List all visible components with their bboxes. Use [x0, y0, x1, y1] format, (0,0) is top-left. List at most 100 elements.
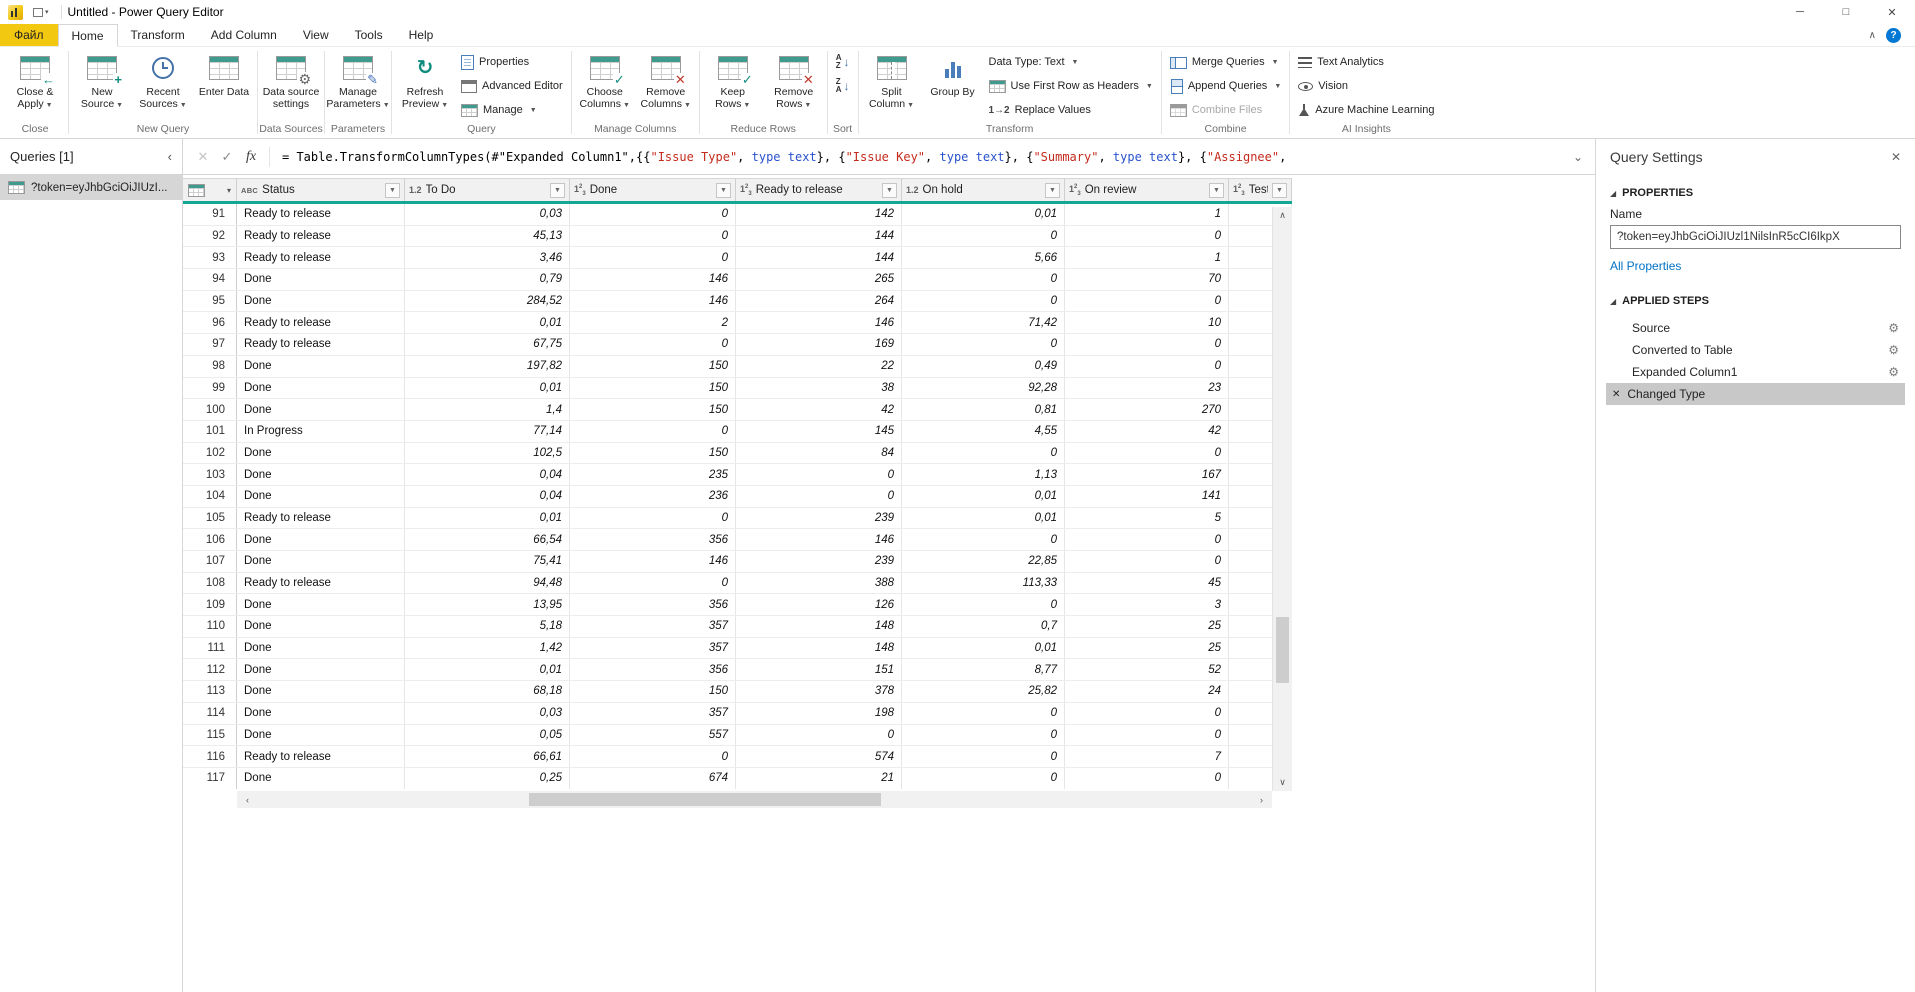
- table-cell[interactable]: 356: [570, 659, 736, 680]
- scroll-right-icon[interactable]: ›: [1253, 791, 1270, 808]
- row-number[interactable]: 105: [183, 508, 237, 529]
- table-cell[interactable]: 0: [1065, 226, 1229, 247]
- table-cell[interactable]: Done: [237, 659, 405, 680]
- table-cell[interactable]: 150: [570, 378, 736, 399]
- table-cell[interactable]: 378: [736, 681, 902, 702]
- table-cell[interactable]: Done: [237, 269, 405, 290]
- table-cell[interactable]: 0,01: [902, 486, 1065, 507]
- expand-formula-icon[interactable]: ⌄: [1561, 150, 1595, 164]
- row-number[interactable]: 99: [183, 378, 237, 399]
- table-cell[interactable]: Done: [237, 399, 405, 420]
- row-number[interactable]: 94: [183, 269, 237, 290]
- horizontal-scroll-thumb[interactable]: [529, 793, 881, 806]
- all-properties-link[interactable]: All Properties: [1596, 249, 1915, 273]
- advanced-editor-button[interactable]: Advanced Editor: [456, 75, 568, 97]
- table-cell[interactable]: 25: [1065, 638, 1229, 659]
- table-cell[interactable]: 70: [1065, 269, 1229, 290]
- scroll-up-icon[interactable]: ∧: [1273, 207, 1292, 224]
- table-cell[interactable]: Ready to release: [237, 746, 405, 767]
- row-number[interactable]: 111: [183, 638, 237, 659]
- table-cell[interactable]: 67,75: [405, 334, 570, 355]
- table-cell[interactable]: 151: [736, 659, 902, 680]
- table-cell[interactable]: Ready to release: [237, 334, 405, 355]
- help-icon[interactable]: ?: [1886, 28, 1901, 43]
- formula-input[interactable]: = Table.TransformColumnTypes(#"Expanded …: [276, 150, 1561, 164]
- table-cell[interactable]: 0: [736, 725, 902, 746]
- commit-formula-icon[interactable]: ✓: [215, 149, 239, 165]
- sort-descending-button[interactable]: ZA↓: [831, 75, 855, 97]
- table-cell[interactable]: 235: [570, 464, 736, 485]
- table-cell[interactable]: Done: [237, 768, 405, 789]
- use-first-row-as-headers-button[interactable]: Use First Row as Headers▼: [984, 75, 1158, 97]
- close-settings-icon[interactable]: ✕: [1891, 150, 1901, 164]
- tab-view[interactable]: View: [290, 24, 342, 46]
- query-list-item[interactable]: ?token=eyJhbGciOiJIUzI...: [0, 175, 182, 200]
- table-cell[interactable]: 141: [1065, 486, 1229, 507]
- table-cell[interactable]: 0: [902, 529, 1065, 550]
- table-cell[interactable]: 144: [736, 226, 902, 247]
- table-cell[interactable]: 0: [1065, 725, 1229, 746]
- replace-values-button[interactable]: 1→2 Replace Values: [984, 99, 1158, 121]
- table-cell[interactable]: 146: [570, 551, 736, 572]
- column-header-on-review[interactable]: 123On review▼: [1065, 179, 1229, 201]
- table-cell[interactable]: 75,41: [405, 551, 570, 572]
- table-cell[interactable]: Done: [237, 681, 405, 702]
- table-cell[interactable]: 113,33: [902, 573, 1065, 594]
- column-header-testing[interactable]: 123Testing▼: [1229, 179, 1292, 201]
- table-cell[interactable]: 102,5: [405, 443, 570, 464]
- table-cell[interactable]: 0,25: [405, 768, 570, 789]
- row-number[interactable]: 112: [183, 659, 237, 680]
- row-number[interactable]: 110: [183, 616, 237, 637]
- table-cell[interactable]: Done: [237, 616, 405, 637]
- table-cell[interactable]: 7: [1065, 746, 1229, 767]
- row-number[interactable]: 106: [183, 529, 237, 550]
- table-cell[interactable]: 0: [1065, 291, 1229, 312]
- table-cell[interactable]: 0: [570, 573, 736, 594]
- applied-step-changed-type[interactable]: ✕Changed Type: [1606, 383, 1905, 405]
- row-number[interactable]: 109: [183, 594, 237, 615]
- table-cell[interactable]: 0: [1065, 443, 1229, 464]
- table-cell[interactable]: Done: [237, 703, 405, 724]
- row-number[interactable]: 117: [183, 768, 237, 789]
- table-cell[interactable]: 4,55: [902, 421, 1065, 442]
- table-cell[interactable]: 0: [902, 725, 1065, 746]
- table-cell[interactable]: 0: [902, 269, 1065, 290]
- table-cell[interactable]: 0: [1065, 529, 1229, 550]
- row-number[interactable]: 115: [183, 725, 237, 746]
- table-cell[interactable]: 146: [570, 269, 736, 290]
- table-cell[interactable]: 3,46: [405, 247, 570, 268]
- table-cell[interactable]: 42: [1065, 421, 1229, 442]
- column-header-ready-to-release[interactable]: 123Ready to release▼: [736, 179, 902, 201]
- table-cell[interactable]: 1,13: [902, 464, 1065, 485]
- table-cell[interactable]: 5: [1065, 508, 1229, 529]
- table-cell[interactable]: 1,4: [405, 399, 570, 420]
- table-cell[interactable]: 0,05: [405, 725, 570, 746]
- column-filter-button[interactable]: ▼: [1272, 183, 1287, 198]
- table-cell[interactable]: 0: [1065, 703, 1229, 724]
- table-cell[interactable]: 197,82: [405, 356, 570, 377]
- table-cell[interactable]: 25,82: [902, 681, 1065, 702]
- table-cell[interactable]: 71,42: [902, 312, 1065, 333]
- table-cell[interactable]: Done: [237, 594, 405, 615]
- table-cell[interactable]: 0,81: [902, 399, 1065, 420]
- table-cell[interactable]: 1: [1065, 247, 1229, 268]
- table-cell[interactable]: Ready to release: [237, 508, 405, 529]
- table-cell[interactable]: 0: [570, 334, 736, 355]
- table-cell[interactable]: 0,03: [405, 703, 570, 724]
- tab-help[interactable]: Help: [396, 24, 447, 46]
- sort-ascending-button[interactable]: AZ↓: [831, 51, 855, 73]
- table-cell[interactable]: 0: [902, 703, 1065, 724]
- table-cell[interactable]: 150: [570, 443, 736, 464]
- table-cell[interactable]: 0: [570, 421, 736, 442]
- table-cell[interactable]: 0,49: [902, 356, 1065, 377]
- table-cell[interactable]: 68,18: [405, 681, 570, 702]
- column-filter-button[interactable]: ▼: [882, 183, 897, 198]
- table-cell[interactable]: Done: [237, 638, 405, 659]
- scroll-left-icon[interactable]: ‹: [239, 791, 256, 808]
- table-cell[interactable]: 0,79: [405, 269, 570, 290]
- column-header-on-hold[interactable]: 1.2On hold▼: [902, 179, 1065, 201]
- row-number[interactable]: 102: [183, 443, 237, 464]
- table-cell[interactable]: 77,14: [405, 421, 570, 442]
- table-cell[interactable]: 22: [736, 356, 902, 377]
- table-cell[interactable]: 284,52: [405, 291, 570, 312]
